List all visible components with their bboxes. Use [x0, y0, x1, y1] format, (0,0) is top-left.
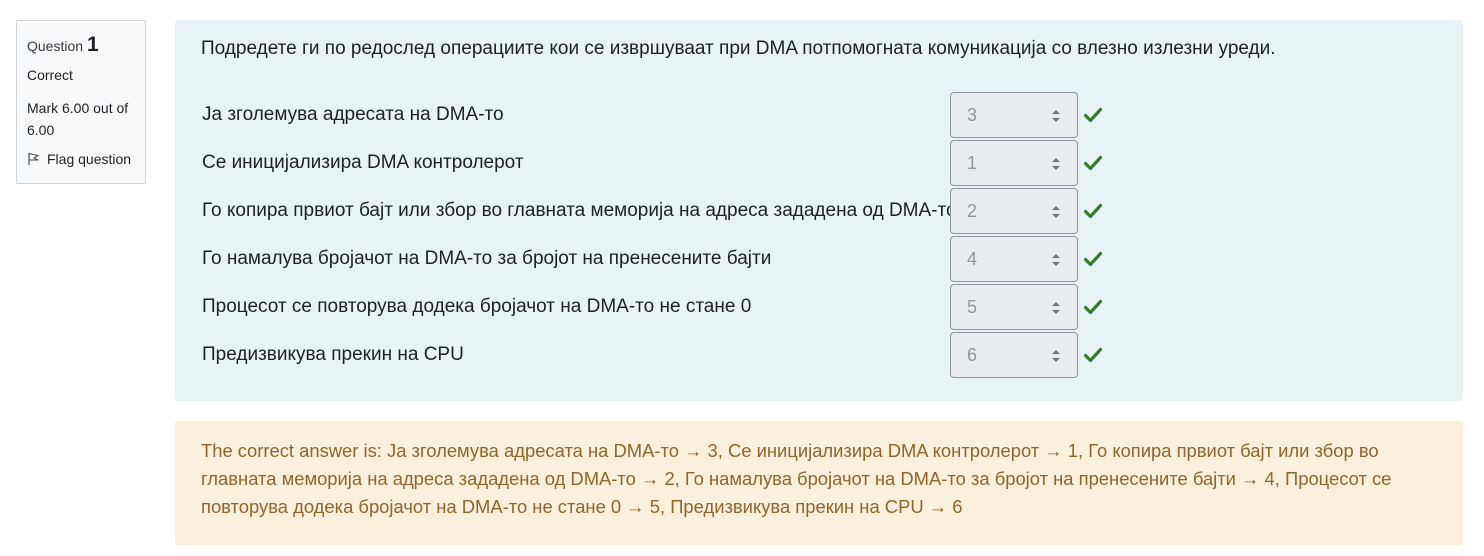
answer-row: Процесот се повторува додека бројачот на…: [175, 284, 1463, 330]
question-number: Question 1: [27, 33, 135, 57]
select-arrows-icon: [1052, 350, 1060, 362]
order-select[interactable]: 5: [950, 284, 1078, 330]
answer-row: Се иницијализира DMA контролерот 1: [175, 140, 1463, 186]
answer-stem: Го намалува бројачот на DMA-то за бројот…: [202, 248, 772, 269]
question-info-panel: Question 1 Correct Mark 6.00 out of 6.00…: [16, 20, 146, 184]
order-select-value: 6: [967, 344, 978, 365]
answer-stem: Предизвикува прекин на CPU: [202, 344, 464, 365]
select-arrows-icon: [1052, 254, 1060, 266]
right-answer-text: The correct answer is: Ја зголемува адре…: [201, 440, 1392, 517]
question-state: Correct: [27, 67, 73, 83]
order-select-value: 1: [967, 152, 978, 173]
correct-check-icon: [1083, 299, 1103, 315]
correct-check-icon: [1083, 251, 1103, 267]
order-select[interactable]: 4: [950, 236, 1078, 282]
answer-row: Го копира првиот бајт или збор во главна…: [175, 188, 1463, 234]
select-arrows-icon: [1052, 110, 1060, 122]
answer-row: Ја зголемува адресата на DMA-то 3: [175, 92, 1463, 138]
select-arrows-icon: [1052, 158, 1060, 170]
order-select-value: 4: [967, 248, 978, 269]
right-answer-feedback: The correct answer is: Ја зголемува адре…: [175, 421, 1463, 545]
order-select[interactable]: 2: [950, 188, 1078, 234]
select-arrows-icon: [1052, 206, 1060, 218]
question-number-value: 1: [87, 33, 99, 56]
order-select-value: 3: [967, 104, 978, 125]
answer-row: Предизвикува прекин на CPU 6: [175, 332, 1463, 378]
flag-question-label: Flag question: [47, 151, 132, 167]
answer-row: Го намалува бројачот на DMA-то за бројот…: [175, 236, 1463, 282]
correct-check-icon: [1083, 155, 1103, 171]
order-select[interactable]: 1: [950, 140, 1078, 186]
correct-check-icon: [1083, 347, 1103, 363]
order-select[interactable]: 6: [950, 332, 1078, 378]
question-text: Подредете ги по редослед операциите кои …: [201, 38, 1276, 59]
select-arrows-icon: [1052, 302, 1060, 314]
flag-outline-icon: [28, 152, 39, 165]
answer-stem: Ја зголемува адресата на DMA-то: [202, 104, 504, 125]
flag-question-link[interactable]: Flag question: [27, 151, 135, 167]
question-formulation: Подредете ги по редослед операциите кои …: [175, 20, 1463, 401]
order-select-value: 2: [967, 200, 978, 221]
answer-stem: Се иницијализира DMA контролерот: [202, 152, 524, 173]
answer-stem: Процесот се повторува додека бројачот на…: [202, 296, 752, 317]
answer-stem: Го копира првиот бајт или збор во главна…: [202, 200, 957, 221]
order-select[interactable]: 3: [950, 92, 1078, 138]
order-select-value: 5: [967, 296, 978, 317]
question-grade: Mark 6.00 out of 6.00: [27, 100, 129, 138]
correct-check-icon: [1083, 203, 1103, 219]
correct-check-icon: [1083, 107, 1103, 123]
question-label: Question: [27, 38, 84, 54]
